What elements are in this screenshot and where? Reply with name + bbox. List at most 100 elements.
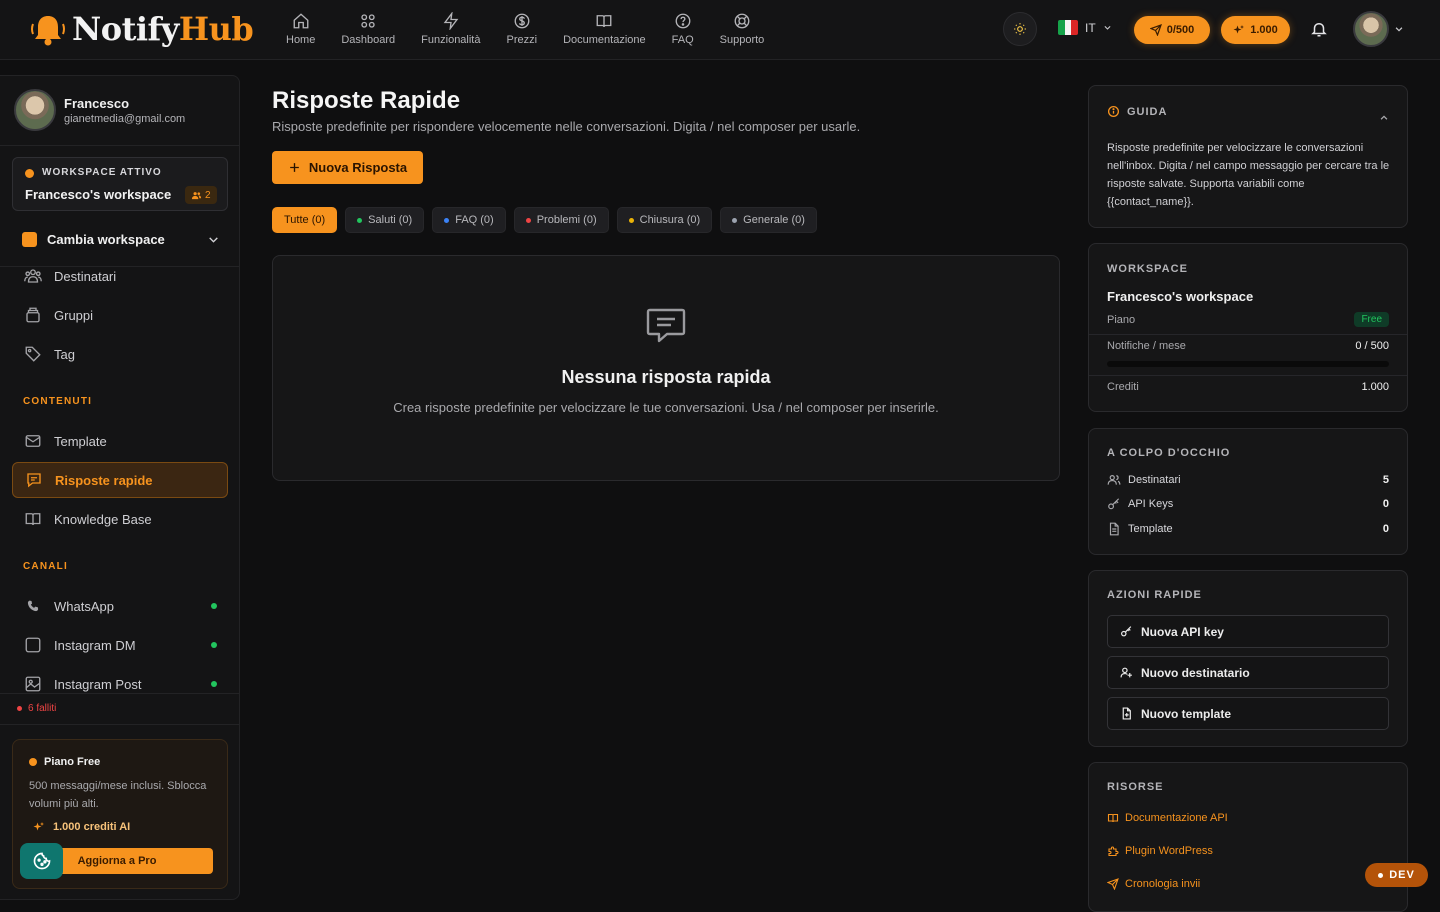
book-open-icon — [25, 513, 41, 526]
link-send-history[interactable]: Cronologia invii — [1107, 878, 1200, 890]
glance-row-template: Template 0 — [1107, 522, 1389, 536]
dollar-icon — [514, 13, 530, 29]
sidebar-item-risposte-rapide[interactable]: Risposte rapide — [12, 462, 228, 498]
language-selector[interactable]: IT — [1058, 20, 1112, 35]
glance-row-api-keys: API Keys 0 — [1107, 497, 1389, 511]
sidebar-item-label: Destinatari — [54, 268, 117, 284]
filter-chip-generale[interactable]: Generale (0) — [720, 207, 817, 233]
new-button-label: Nuova Risposta — [308, 160, 408, 175]
dev-environment-badge[interactable]: DEV — [1365, 863, 1428, 887]
italy-flag-icon — [1058, 20, 1078, 35]
link-wordpress-plugin[interactable]: Plugin WordPress — [1107, 845, 1213, 857]
nav-docs[interactable]: Documentazione — [550, 10, 659, 52]
filter-chip-tutte[interactable]: Tutte (0) — [272, 207, 338, 233]
sidebar-item-template[interactable]: Template — [12, 423, 228, 459]
nav-home-label: Home — [286, 34, 316, 46]
brand-logo[interactable]: NotifyHub — [28, 10, 254, 48]
nav-support[interactable]: Supporto — [707, 10, 778, 52]
sidebar-item-whatsapp[interactable]: WhatsApp — [12, 588, 228, 624]
sidebar-item-destinatari[interactable]: Destinatari — [12, 258, 228, 294]
workspace-card: WORKSPACE Francesco's workspace Piano Fr… — [1088, 243, 1408, 412]
new-api-key-button[interactable]: Nuova API key — [1107, 615, 1389, 648]
send-icon — [1107, 878, 1119, 890]
glance-label: A COLPO D'OCCHIO — [1107, 447, 1231, 459]
new-recipient-button[interactable]: Nuovo destinatario — [1107, 656, 1389, 689]
filter-chip-saluti[interactable]: Saluti (0) — [345, 207, 425, 233]
chevron-up-icon[interactable] — [1379, 113, 1389, 123]
sends-counter: 0/500 — [1166, 24, 1195, 36]
at-a-glance-card: A COLPO D'OCCHIO Destinatari 5 API Keys 0 … — [1088, 428, 1408, 555]
notifications-button[interactable] — [1310, 20, 1328, 38]
user-name: Francesco — [64, 96, 130, 111]
nav-features[interactable]: Funzionalità — [408, 10, 493, 52]
notifications-usage-bar — [1107, 361, 1389, 367]
credits-row: Crediti 1.000 — [1107, 381, 1389, 393]
category-dot — [628, 217, 634, 223]
filter-chip-problemi[interactable]: Problemi (0) — [513, 207, 609, 233]
instagram-icon — [25, 637, 41, 653]
status-online-dot — [211, 642, 217, 648]
nav-pricing[interactable]: Prezzi — [494, 10, 551, 52]
sidebar-item-label: Tag — [54, 346, 75, 362]
resources-card: RISORSE Documentazione API Plugin WordPr… — [1088, 762, 1408, 912]
message-icon — [27, 473, 41, 488]
sidebar-item-instagram-dm[interactable]: Instagram DM — [12, 627, 228, 663]
nav-home[interactable]: Home — [273, 10, 328, 52]
filter-chip-faq[interactable]: FAQ (0) — [432, 207, 506, 233]
new-quick-reply-button[interactable]: Nuova Risposta — [272, 151, 423, 184]
image-icon — [25, 676, 41, 692]
credits-pill[interactable]: 1.000 — [1221, 16, 1290, 44]
notifications-usage: 0 / 500 — [1355, 340, 1389, 352]
members-badge: 2 — [185, 186, 217, 204]
sidebar-item-instagram-post[interactable]: Instagram Post — [12, 666, 228, 702]
filter-chip-chiusura[interactable]: Chiusura (0) — [616, 207, 713, 233]
link-api-docs[interactable]: Documentazione API — [1107, 812, 1228, 824]
nav-faq[interactable]: FAQ — [659, 10, 707, 52]
workspace-card-name: Francesco's workspace — [1107, 289, 1254, 304]
info-icon — [1107, 105, 1120, 118]
failed-label: 6 falliti — [28, 703, 57, 714]
user-card[interactable]: Francesco gianetmedia@gmail.com — [0, 76, 239, 146]
sidebar-item-tag[interactable]: Tag — [12, 336, 228, 372]
active-workspace-box: WORKSPACE ATTIVO Francesco's workspace 2 — [12, 157, 228, 211]
book-icon — [596, 15, 612, 28]
notifications-row: Notifiche / mese 0 / 500 — [1107, 340, 1389, 352]
phone-icon — [27, 600, 39, 612]
users-icon — [24, 269, 42, 283]
error-dot — [17, 706, 22, 711]
nav-dashboard[interactable]: Dashboard — [328, 10, 408, 52]
mail-icon — [25, 435, 41, 447]
top-navbar: NotifyHub Home Dashboard Funzionalità Pr… — [0, 0, 1440, 60]
active-workspace-label: WORKSPACE ATTIVO — [42, 167, 162, 178]
category-dot — [525, 217, 531, 223]
failed-sends-indicator[interactable]: 6 falliti — [17, 703, 56, 714]
sends-counter-pill[interactable]: 0/500 — [1134, 16, 1210, 44]
category-filters: Tutte (0) Saluti (0) FAQ (0) Problemi (0… — [272, 207, 817, 233]
credits-counter: 1.000 — [1250, 24, 1278, 36]
sidebar-item-knowledge-base[interactable]: Knowledge Base — [12, 501, 228, 537]
quick-actions-card: AZIONI RAPIDE Nuova API key Nuovo destin… — [1088, 570, 1408, 747]
key-icon — [1108, 498, 1120, 510]
theme-toggle-button[interactable] — [1003, 12, 1037, 46]
new-template-button[interactable]: Nuovo template — [1107, 697, 1389, 730]
cookie-settings-button[interactable] — [20, 843, 63, 879]
bolt-icon — [443, 12, 459, 30]
tag-icon — [25, 346, 41, 362]
switch-workspace-button[interactable]: Cambia workspace — [12, 222, 228, 256]
sidebar-item-label: WhatsApp — [54, 598, 114, 614]
avatar-chevron-down-icon[interactable] — [1394, 24, 1404, 34]
guide-card: GUIDA Risposte predefinite per velocizza… — [1088, 85, 1408, 228]
sidebar-item-gruppi[interactable]: Gruppi — [12, 297, 228, 333]
send-icon — [1149, 24, 1162, 36]
cookie-icon — [33, 852, 50, 870]
grid-icon — [361, 14, 375, 28]
nav-pricing-label: Prezzi — [506, 34, 538, 46]
puzzle-icon — [1108, 846, 1119, 857]
glance-row-destinatari: Destinatari 5 — [1107, 473, 1389, 487]
chevron-down-icon — [209, 236, 218, 243]
guide-header[interactable]: GUIDA — [1107, 105, 1167, 118]
help-icon — [675, 13, 691, 29]
members-count: 2 — [205, 189, 211, 201]
user-avatar-menu[interactable] — [1353, 11, 1389, 47]
main-nav: Home Dashboard Funzionalità Prezzi Docum… — [273, 10, 777, 52]
